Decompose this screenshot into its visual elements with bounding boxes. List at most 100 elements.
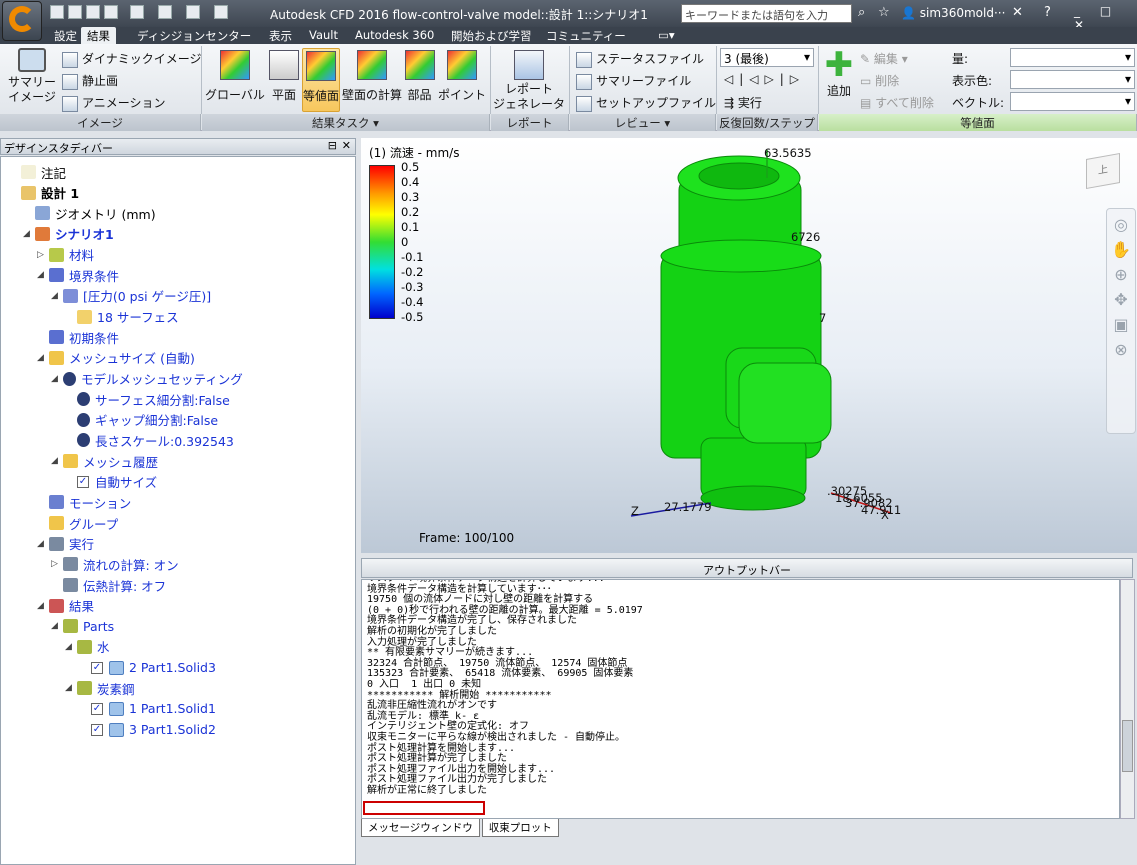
tab-3[interactable]: 表示 xyxy=(263,27,298,44)
tree-item[interactable]: ✓ 3 Part1.Solid2 xyxy=(79,720,216,740)
vector-select[interactable]: ▾ xyxy=(1010,92,1135,111)
expand-toggle-icon[interactable]: ◢ xyxy=(51,621,63,631)
display-color-select[interactable]: ▾ xyxy=(1010,70,1135,89)
tab-message-window[interactable]: メッセージウィンドウ xyxy=(361,819,480,837)
open-icon[interactable] xyxy=(68,5,82,19)
tab-6[interactable]: 開始および学習 xyxy=(445,27,538,44)
look-at-icon[interactable]: ▣ xyxy=(1107,315,1135,334)
tree-item[interactable]: ◢ Parts xyxy=(51,616,114,636)
pan-hand-icon[interactable]: ✋ xyxy=(1107,240,1135,259)
checkbox[interactable]: ✓ xyxy=(91,723,103,736)
tree-item[interactable]: ▷ 材料 xyxy=(37,245,94,265)
tree-item[interactable]: ジオメトリ (mm) xyxy=(23,203,156,223)
tree-item[interactable]: 18 サーフェス xyxy=(65,307,179,327)
tree-item[interactable]: ▷ 流れの計算: オン xyxy=(51,554,179,574)
expand-toggle-icon[interactable]: ◢ xyxy=(37,270,49,280)
result-task-button-1[interactable]: 平面 xyxy=(268,48,300,112)
pin-icon[interactable]: ⊟ xyxy=(328,139,337,152)
tree-item[interactable]: サーフェス細分割:False xyxy=(65,389,230,409)
expand-toggle-icon[interactable]: ◢ xyxy=(23,229,35,239)
still-image-button[interactable]: 静止画 xyxy=(62,72,118,90)
close-icon[interactable]: ✕ xyxy=(342,139,351,152)
tab-7[interactable]: コミュニティー xyxy=(540,27,632,44)
output-scrollbar[interactable] xyxy=(1120,579,1135,819)
search-input[interactable]: キーワードまたは語句を入力 xyxy=(681,4,852,23)
result-task-button-4[interactable]: 部品 xyxy=(404,48,435,112)
checkbox[interactable]: ✓ xyxy=(77,475,89,488)
result-task-button-5[interactable]: ポイント xyxy=(437,48,487,112)
summary-image-button[interactable]: サマリー イメージ xyxy=(6,48,58,105)
run-step-button[interactable]: ⇶ 実行 xyxy=(724,94,762,111)
tree-item[interactable]: 伝熱計算: オフ xyxy=(51,575,166,595)
tab-5[interactable]: Autodesk 360 xyxy=(349,27,440,44)
tree-item[interactable]: ◢ 実行 xyxy=(37,534,94,554)
undo-icon[interactable] xyxy=(130,5,144,19)
save-as-icon[interactable] xyxy=(104,5,118,19)
tree-item[interactable]: ✓ 自動サイズ xyxy=(65,472,157,492)
group-footer-review[interactable]: レビュー ▾ xyxy=(570,114,716,131)
result-task-button-2[interactable]: 等値面 xyxy=(302,48,340,112)
tab-1[interactable]: 結果 xyxy=(81,27,116,44)
ribbon-minimize-icon[interactable]: ▭▾ xyxy=(652,27,681,44)
setup-file-button[interactable]: セットアップファイル xyxy=(576,94,716,112)
viewcube[interactable]: 上 xyxy=(1086,153,1120,189)
animation-button[interactable]: アニメーション xyxy=(62,94,166,112)
tree-item[interactable]: ◢ シナリオ1 xyxy=(23,224,114,244)
status-file-button[interactable]: ステータスファイル xyxy=(576,50,704,68)
exchange-icon[interactable]: ✕ xyxy=(1012,5,1023,20)
help-icon[interactable]: ? xyxy=(1044,5,1051,20)
expand-toggle-icon[interactable]: ◢ xyxy=(51,456,63,466)
delete-isosurface-button[interactable]: ▭ 削除 xyxy=(860,72,899,89)
tree-item[interactable]: ◢ モデルメッシュセッティング xyxy=(51,369,243,389)
tree-item[interactable]: ◢ メッシュサイズ (自動) xyxy=(37,348,195,368)
tree-item[interactable]: 初期条件 xyxy=(37,327,119,347)
add-isosurface-button[interactable]: ✚ 追加 xyxy=(822,48,856,99)
expand-toggle-icon[interactable]: ▷ xyxy=(37,250,49,260)
checkbox[interactable]: ✓ xyxy=(91,661,103,674)
expand-toggle-icon[interactable]: ▷ xyxy=(51,559,63,569)
tab-4[interactable]: Vault xyxy=(303,27,344,44)
checkbox[interactable]: ✓ xyxy=(91,702,103,715)
zoom-icon[interactable]: ⊕ xyxy=(1107,265,1135,284)
application-menu-button[interactable] xyxy=(2,1,42,41)
expand-toggle-icon[interactable]: ◢ xyxy=(65,642,77,652)
tree-item[interactable]: ◢ 境界条件 xyxy=(37,265,119,285)
redo-icon[interactable] xyxy=(158,5,172,19)
dynamic-image-button[interactable]: ダイナミックイメージ xyxy=(62,50,202,68)
report-generator-button[interactable]: レポート ジェネレータ xyxy=(493,48,565,112)
expand-toggle-icon[interactable]: ◢ xyxy=(37,539,49,549)
expand-toggle-icon[interactable]: ◢ xyxy=(65,683,77,693)
output-bar-header[interactable]: アウトプットバー xyxy=(361,558,1133,578)
step-select[interactable]: 3 (最後) ▾ xyxy=(720,48,814,67)
scrollbar-thumb[interactable] xyxy=(1122,720,1133,772)
tree-item[interactable]: ✓ 1 Part1.Solid1 xyxy=(79,699,216,719)
tree-item[interactable]: ◢ 炭素鋼 xyxy=(65,678,135,698)
tree-item[interactable]: ✓ 2 Part1.Solid3 xyxy=(79,658,216,678)
result-task-button-0[interactable]: グローバル xyxy=(204,48,266,112)
delete-all-isosurface-button[interactable]: ▤ すべて削除 xyxy=(860,94,934,111)
tree-item[interactable]: ◢ 水 xyxy=(65,637,110,657)
select-icon[interactable] xyxy=(186,5,200,19)
tree-item[interactable]: ギャップ細分割:False xyxy=(65,410,218,430)
expand-toggle-icon[interactable]: ◢ xyxy=(37,601,49,611)
tree-item[interactable]: 長さスケール:0.392543 xyxy=(65,430,234,450)
summary-file-button[interactable]: サマリーファイル xyxy=(576,72,691,90)
tree-item[interactable]: 設計 1 xyxy=(9,183,79,203)
tree-item[interactable]: ◢ [圧力(0 psi ゲージ圧)] xyxy=(51,286,211,306)
new-icon[interactable] xyxy=(50,5,64,19)
step-navigation[interactable]: ◁|◁▷|▷ xyxy=(724,72,805,86)
save-icon[interactable] xyxy=(86,5,100,19)
tree-item[interactable]: ◢ メッシュ履歴 xyxy=(51,451,158,471)
expand-toggle-icon[interactable]: ◢ xyxy=(51,291,63,301)
result-task-button-3[interactable]: 壁面の計算 xyxy=(342,48,402,112)
tab-convergence-plot[interactable]: 収束プロット xyxy=(481,819,559,837)
model-view[interactable] xyxy=(361,138,1137,553)
settings-icon[interactable] xyxy=(214,5,228,19)
tree-item[interactable]: 注記 xyxy=(9,162,66,182)
tree-item[interactable]: ◢ 結果 xyxy=(37,596,94,616)
close-nav-icon[interactable]: ⊗ xyxy=(1107,340,1135,359)
expand-toggle-icon[interactable]: ◢ xyxy=(37,353,49,363)
binoculars-icon[interactable]: ⌕ xyxy=(858,5,865,20)
favorite-star-icon[interactable]: ☆ xyxy=(878,5,890,20)
tree-item[interactable]: グループ xyxy=(37,513,118,533)
